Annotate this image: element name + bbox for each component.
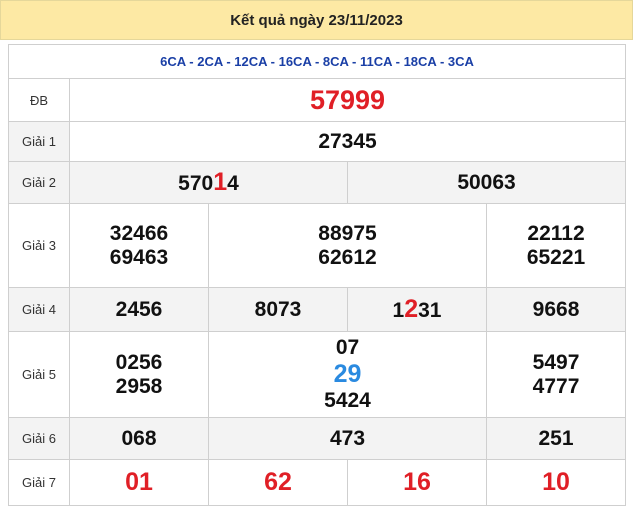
g5-col-1: 0256 2958 [69,331,209,418]
row-g2: Giải 2 57014 50063 [8,161,627,204]
results-panel: Kết quả ngày 23/11/2023 6CA - 2CA - 12CA… [0,0,633,528]
results-table: 6CA - 2CA - 12CA - 16CA - 8CA - 11CA - 1… [7,44,627,506]
label-g4: Giải 4 [8,287,70,332]
province-codes: 6CA - 2CA - 12CA - 16CA - 8CA - 11CA - 1… [7,44,627,79]
g1-number: 27345 [68,121,627,162]
row-g3: Giải 3 32466 69463 88975 62612 22112 65221 [8,203,627,288]
g4-number-1: 2456 [69,287,209,332]
label-g1: Giải 1 [8,121,70,162]
row-g5: Giải 5 0256 2958 07 29 5424 5497 4777 [8,331,627,418]
g7-number-3: 16 [347,459,487,506]
row-g4: Giải 4 2456 8073 1231 9668 [8,287,627,332]
g3-number-2: 88975 [318,221,377,245]
g4-3-pre: 1 [392,299,405,322]
g7-number-4: 10 [485,459,627,506]
g5-number-3: 5497 [532,350,580,374]
label-g3: Giải 3 [8,203,70,288]
row-special: ĐB 57999 [8,78,627,122]
g5-number-6: 4777 [532,374,580,398]
label-g6: Giải 6 [8,417,70,460]
g4-number-2: 8073 [208,287,348,332]
label-special: ĐB [8,78,70,122]
g3-number-4: 69463 [109,245,169,269]
g3-number-5: 62612 [318,245,377,269]
g5-number-5: 5424 [324,389,371,412]
g3-col-3: 22112 65221 [485,203,627,288]
g5-number-2: 07 29 [209,336,486,389]
g3-number-3: 22112 [527,221,585,245]
g2-1-pre: 570 [178,172,214,195]
g6-number-2: 473 [208,417,487,460]
g5-number-4: 2958 [115,374,163,398]
label-g2: Giải 2 [8,161,70,204]
results-title: Kết quả ngày 23/11/2023 [230,11,403,29]
g3-number-6: 65221 [526,245,586,269]
g5-2-hi: 29 [333,360,362,388]
special-prize: 57999 [68,78,627,122]
g3-number-1: 32466 [109,221,169,245]
row-g1: Giải 1 27345 [8,121,627,162]
g7-number-1: 01 [69,459,209,506]
g5-col-2: 07 29 5424 [208,331,487,418]
label-g7: Giải 7 [8,459,70,506]
g6-number-1: 068 [69,417,209,460]
g6-number-3: 251 [485,417,627,460]
g4-number-3: 1231 [347,287,487,332]
codes-row: 6CA - 2CA - 12CA - 16CA - 8CA - 11CA - 1… [7,44,627,79]
g5-2-pre: 07 [335,336,360,359]
g2-number-2: 50063 [346,161,627,204]
g5-number-1: 0256 [115,350,163,374]
g4-3-post: 31 [418,299,442,322]
g7-number-2: 62 [208,459,348,506]
g4-number-4: 9668 [485,287,627,332]
row-g7: Giải 7 01 62 16 10 [8,459,627,506]
g3-col-2: 88975 62612 [208,203,487,288]
g2-number-1: 57014 [69,161,348,204]
g2-1-post: 4 [227,172,239,195]
g3-col-1: 32466 69463 [69,203,209,288]
g2-1-hi: 1 [213,168,228,196]
g4-3-hi: 2 [404,295,419,323]
row-g6: Giải 6 068 473 251 [8,417,627,460]
results-header: Kết quả ngày 23/11/2023 [0,0,633,40]
label-g5: Giải 5 [8,331,70,418]
g5-col-3: 5497 4777 [485,331,627,418]
